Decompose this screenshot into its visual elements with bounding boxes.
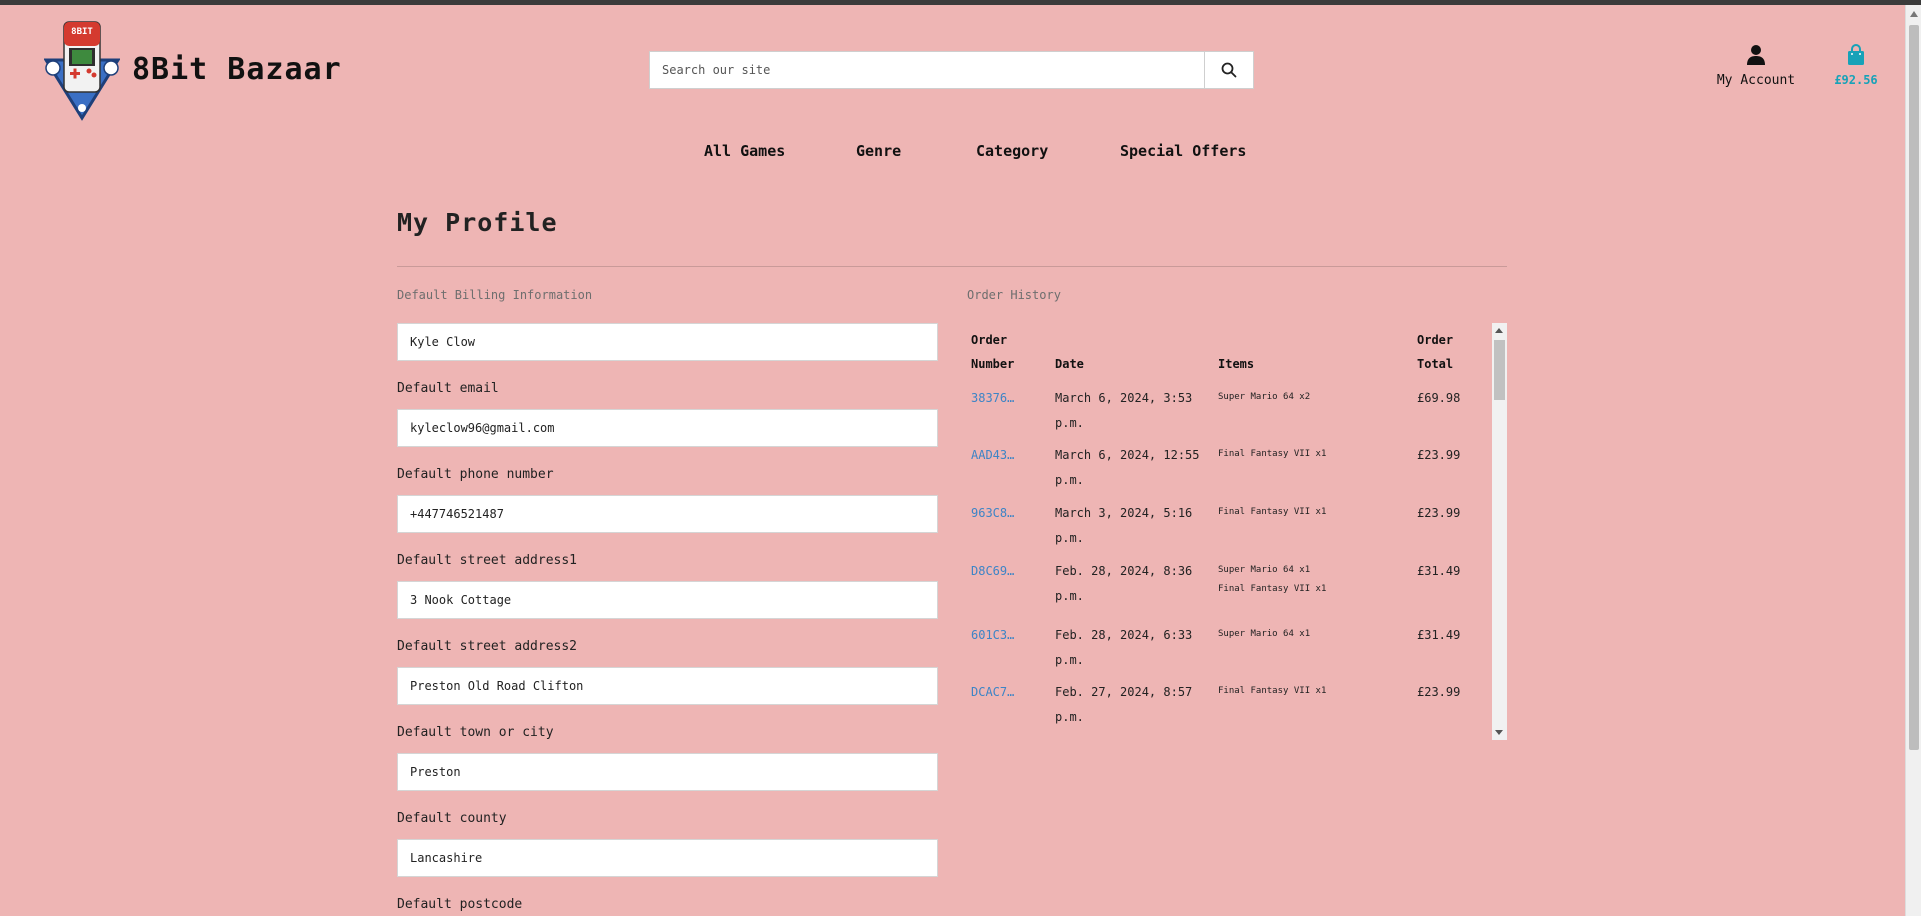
page-scrollbar[interactable] [1905,5,1921,916]
street-address2-field[interactable] [397,667,938,705]
order-date-ampm: p.m. [1055,589,1084,603]
nav-special-offers[interactable]: Special Offers [1120,142,1246,160]
postcode-label: Default postcode [397,897,523,912]
billing-section-title: Default Billing Information [397,288,593,302]
nav-genre[interactable]: Genre [856,142,901,160]
order-total: £69.98 [1417,391,1461,405]
order-date: March 6, 2024, 3:53 [1055,391,1193,405]
order-date-ampm: p.m. [1055,473,1084,487]
cart-total: £92.56 [1834,73,1878,87]
order-number-link[interactable]: 601C3… [971,623,1014,648]
order-number-link[interactable]: D8C69… [971,559,1014,584]
header-order-number-1: Order [971,333,1008,347]
order-history-scrollbar[interactable] [1492,323,1507,740]
header-items: Items [1218,357,1255,371]
page-scrollbar-thumb[interactable] [1909,25,1919,750]
cart-link[interactable]: £92.56 [1828,44,1884,87]
order-item: Super Mario 64 x1 [1218,629,1311,639]
full-name-field[interactable] [397,323,938,361]
account-label: My Account [1716,73,1796,88]
header-order-total-2: Total [1417,357,1454,371]
order-item: Final Fantasy VII x1 [1218,686,1327,696]
order-number-link[interactable]: 38376… [971,386,1014,411]
street-address1-label: Default street address1 [397,553,578,568]
shopping-bag-icon [1848,44,1864,65]
street-address1-field[interactable] [397,581,938,619]
order-date: Feb. 27, 2024, 8:57 [1055,685,1193,699]
window-top-bar [0,0,1921,5]
site-logo[interactable]: 8BIT [44,20,120,122]
order-item: Final Fantasy VII x1 [1218,507,1327,517]
phone-label: Default phone number [397,467,554,482]
order-item: Super Mario 64 x2 [1218,392,1311,402]
header-order-number-2: Number [971,357,1015,371]
nav-all-games[interactable]: All Games [704,142,785,160]
order-date: March 3, 2024, 5:16 [1055,506,1193,520]
header-date: Date [1055,357,1084,371]
search-bar [649,51,1254,89]
order-item: Super Mario 64 x1 [1218,565,1311,575]
search-icon [1221,62,1237,78]
order-item: Final Fantasy VII x1 [1218,584,1327,594]
page-title: My Profile [397,208,558,237]
order-total: £31.49 [1417,628,1461,642]
scroll-up-arrow-icon[interactable] [1495,328,1503,333]
order-date-ampm: p.m. [1055,416,1084,430]
order-date-ampm: p.m. [1055,710,1084,724]
county-label: Default county [397,811,507,826]
order-total: £23.99 [1417,506,1461,520]
search-input[interactable] [650,52,1205,88]
email-label: Default email [397,381,499,396]
town-label: Default town or city [397,725,554,740]
brand-name[interactable]: 8Bit Bazaar [132,52,342,87]
order-history-title: Order History [967,288,1061,302]
order-number-link[interactable]: AAD43… [971,443,1014,468]
email-field[interactable] [397,409,938,447]
order-date-ampm: p.m. [1055,531,1084,545]
phone-field[interactable] [397,495,938,533]
scrollbar-thumb[interactable] [1494,340,1505,400]
order-date: March 6, 2024, 12:55 [1055,448,1200,462]
order-total: £23.99 [1417,685,1461,699]
order-total: £31.49 [1417,564,1461,578]
order-date: Feb. 28, 2024, 6:33 [1055,628,1193,642]
town-field[interactable] [397,753,938,791]
title-divider [397,266,1507,267]
logo-text: 8BIT [71,27,93,37]
header-order-total-1: Order [1417,333,1454,347]
order-total: £23.99 [1417,448,1461,462]
scroll-down-arrow-icon[interactable] [1495,730,1503,735]
search-button[interactable] [1204,52,1253,88]
page-scroll-up-arrow-icon[interactable] [1910,11,1918,17]
user-icon [1747,45,1765,65]
order-number-link[interactable]: 963C8… [971,501,1014,526]
county-field[interactable] [397,839,938,877]
order-date: Feb. 28, 2024, 8:36 [1055,564,1193,578]
nav-category[interactable]: Category [976,142,1048,160]
order-date-ampm: p.m. [1055,653,1084,667]
order-history-table: Order Number Date Items Order Total 3837… [967,322,1507,740]
order-number-link[interactable]: DCAC7… [971,680,1014,705]
street-address2-label: Default street address2 [397,639,578,654]
order-item: Final Fantasy VII x1 [1218,449,1327,459]
my-account-link[interactable]: My Account [1712,44,1800,88]
